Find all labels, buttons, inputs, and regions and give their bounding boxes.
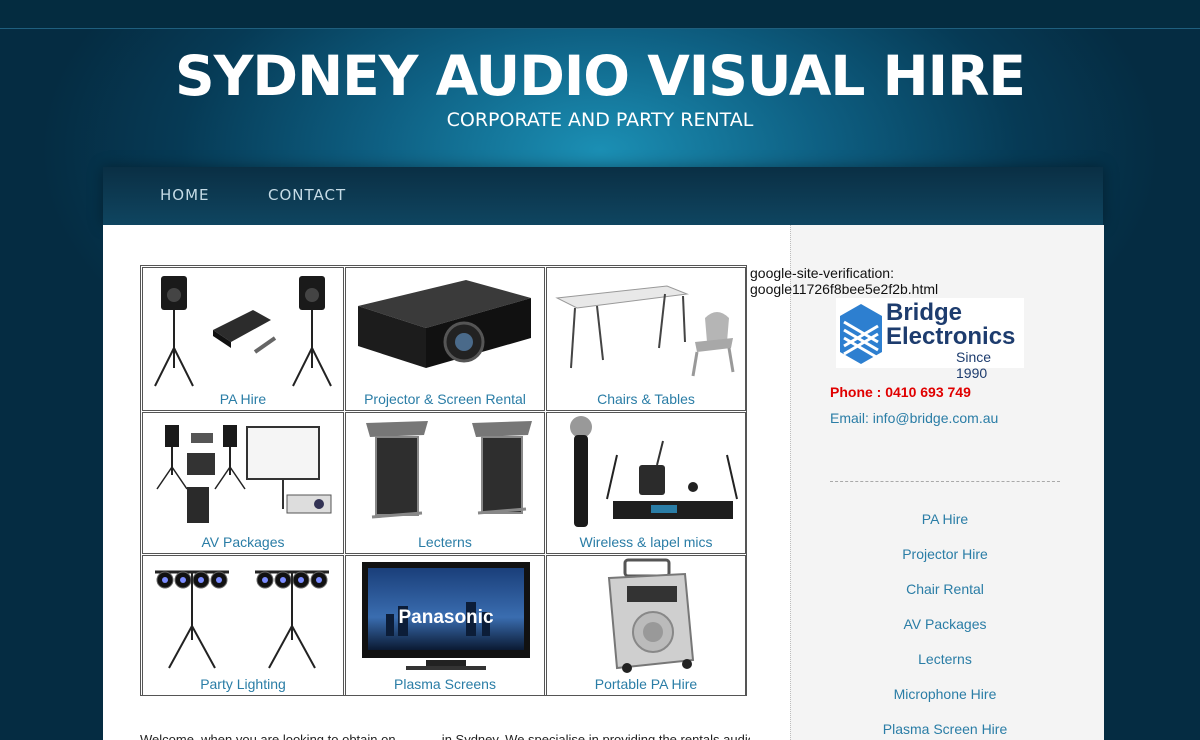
product-label[interactable]: Lecterns (346, 534, 544, 551)
product-cell-av-packages[interactable]: AV Packages (142, 412, 344, 554)
sidebar-divider (830, 481, 1060, 482)
nav-item-contact[interactable]: CONTACT (268, 186, 346, 204)
pa-speakers-icon (154, 276, 332, 387)
product-label[interactable]: Party Lighting (143, 676, 343, 693)
sidebar-link-projector-hire[interactable]: Projector Hire (790, 546, 1100, 562)
verification-line: google11726f8bee5e2f2b.html (750, 281, 939, 297)
main-content: PA Hire Projector & Screen Rental Chairs… (103, 225, 790, 740)
google-verification-text: google-site-verification: google11726f8b… (750, 265, 990, 297)
sidebar-link-plasma-screen-hire[interactable]: Plasma Screen Hire (790, 721, 1100, 737)
sidebar-link-lecterns[interactable]: Lecterns (790, 651, 1100, 667)
product-label[interactable]: Plasma Screens (346, 676, 544, 693)
product-cell-chairs-tables[interactable]: Chairs & Tables (546, 267, 746, 411)
site-subtitle: CORPORATE AND PARTY RENTAL (446, 109, 754, 131)
product-label[interactable]: PA Hire (143, 391, 343, 408)
table-chair-icon (555, 285, 735, 377)
product-cell-lecterns[interactable]: Lecterns (345, 412, 545, 554)
party-lights-icon (155, 570, 329, 669)
product-label[interactable]: Wireless & lapel mics (547, 534, 745, 551)
wireless-mic-icon (570, 416, 738, 527)
logo-text-line2: Electronics (886, 323, 1016, 350)
bridge-electronics-logo[interactable]: Bridge Electronics Since 1990 (836, 298, 1024, 381)
sidebar-link-av-packages[interactable]: AV Packages (790, 616, 1100, 632)
product-cell-party-lighting[interactable]: Party Lighting (142, 555, 344, 696)
product-cell-portable-pa[interactable]: Portable PA Hire (546, 555, 746, 696)
plasma-screen-icon: Panasonic (362, 562, 530, 670)
email-link[interactable]: Email: info@bridge.com.au (830, 410, 998, 426)
lectern-icon (366, 421, 532, 519)
main-nav: HOME CONTACT (103, 167, 1103, 225)
sidebar-link-microphone-hire[interactable]: Microphone Hire (790, 686, 1100, 702)
product-label[interactable]: Portable PA Hire (547, 676, 745, 693)
product-grid: PA Hire Projector & Screen Rental Chairs… (140, 265, 747, 696)
product-label[interactable]: Chairs & Tables (547, 391, 745, 408)
top-bar (0, 0, 1200, 29)
portable-pa-icon (607, 558, 695, 673)
sidebar-link-pa-hire[interactable]: PA Hire (790, 511, 1100, 527)
product-label[interactable]: Projector & Screen Rental (346, 391, 544, 408)
av-package-icon (156, 425, 332, 523)
plasma-brand-text: Panasonic (398, 607, 493, 628)
phone-number: Phone : 0410 693 749 (830, 384, 971, 400)
logo-text-line3: Since 1990 (956, 349, 992, 381)
bridge-logo-icon (840, 304, 882, 364)
product-label[interactable]: AV Packages (143, 534, 343, 551)
product-cell-projector[interactable]: Projector & Screen Rental (345, 267, 545, 411)
sidebar-link-chair-rental[interactable]: Chair Rental (790, 581, 1100, 597)
product-cell-plasma-screens[interactable]: Panasonic Plasma Screens (345, 555, 545, 696)
product-cell-wireless-mics[interactable]: Wireless & lapel mics (546, 412, 746, 554)
projector-icon (358, 280, 531, 368)
site-title: SYDNEY AUDIO VISUAL HIRE (174, 44, 1026, 108)
verification-line: google-site-verification: (750, 265, 894, 281)
nav-item-home[interactable]: HOME (160, 186, 210, 204)
welcome-paragraph: Welcome, when you are looking to obtain … (140, 732, 750, 740)
product-cell-pa-hire[interactable]: PA Hire (142, 267, 344, 411)
